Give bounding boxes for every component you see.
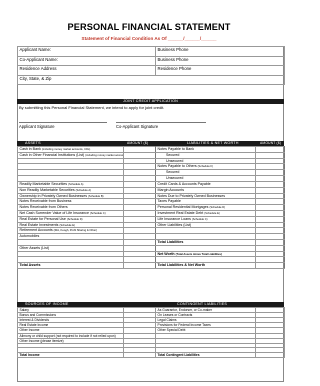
row-sublabel: (Schedule C) [89,211,106,215]
co-business-phone-field[interactable]: Business Phone [155,55,285,66]
row-label: Personal Residential Mortgages [157,205,209,210]
amount-field[interactable] [123,262,156,270]
row-sublabel: (Schedule A) [68,182,84,186]
row-label: Bonus and Commissions [19,313,56,318]
row-label: Retirement Accounts [19,228,53,233]
applicant-name-field[interactable]: Applicant Name: [17,46,156,57]
row-label: Provisions for Federal Income Taxes [157,323,211,328]
amount-field[interactable] [123,352,156,359]
row-label: Salary [19,308,29,312]
row-label: Total Contingent Liabilities [157,353,200,358]
row-label: Unsecured [166,176,184,181]
row-label: Real Estate Income [19,323,49,328]
row-label: Investment Real Estate Debt [157,210,204,215]
row-sublabel: (Schedule D) [209,206,226,210]
left-label-alimony-or-child-support-not-required-to-include-if-not-relied-upon: Alimony or child support (not required t… [17,332,124,339]
co-applicant-name-field[interactable]: Co-Applicant Name: [17,55,156,66]
left-label-total-assets: Total Assets [17,262,124,270]
left-label-cash-in-other-financial-institutions-list: Cash in Other Financial Institutions (Li… [17,151,124,159]
page-title: PERSONAL FINANCIAL STATEMENT [67,22,231,32]
row-sublabel: (Schedule F) [197,165,214,169]
row-sublabel: (Schedule E) [204,211,220,215]
amount-field[interactable] [255,352,285,359]
applicant-signature-line[interactable]: Applicant Signature [19,122,107,129]
row-label: Other Income [19,328,40,333]
row-sublabel: (Schedule C) [191,217,208,221]
row-label: Other Assets (List) [19,245,50,250]
row-sublabel: (Schedule A) [75,188,92,192]
row-label: Total Liabilities [157,240,184,244]
row-label: Readily Marketable Securities [19,181,68,186]
co-applicant-signature-line[interactable]: Co-Applicant Signature [116,122,206,129]
right-label-total-liabilities-net-worth: Total Liabilities & Net Worth [155,262,256,270]
joint-credit-text: By submitting this Personal Financial St… [19,105,165,110]
applicant-info-table: Applicant Name: Business Phone Co-Applic… [17,46,285,85]
row-label: Legal Claims [157,318,177,323]
row-label: Interest & Dividends [19,318,50,323]
amount-field[interactable] [255,262,285,270]
row-label: Cash in Bank [19,147,41,151]
residence-address-field[interactable]: Residence Address [17,65,156,76]
row-label: Other Special Debt [157,328,186,333]
row-label: Other Liabilities (List) [157,222,192,227]
row-label: Secured [166,152,180,157]
row-label: Total Income [19,353,40,358]
row-label: Ownership in Privately Owned Businesses [19,193,88,198]
row-label: Notes Receivable from Others [19,205,68,210]
row-sublabel: (including money market accounts, CDs) [41,148,91,151]
row-label: Non Readily Marketable Securities [19,187,75,192]
row-label: Total Assets [19,263,41,268]
income-table: Salary As Guarantor, Endorser, or Co-make… [17,306,285,359]
residence-phone-field[interactable]: Residence Phone [155,65,285,76]
row-label: Net Cash Surrender Value of Life Insuran… [19,210,89,215]
row-label: Unsecured [166,158,184,163]
table-row: Total Assets Total Liabilities & Net Wort… [17,262,285,270]
row-label: Cash in Other Financial Institutions (Li… [19,152,85,157]
row-label: As Guarantor, Endorser, or Co-maker [157,308,213,312]
row-label: Notes Due to Privately Owned Businesses [157,193,226,198]
statement-date-line[interactable]: Statement of Financial Condition As Of _… [0,36,298,41]
row-label: Credit Cards & Accounts Payable [157,181,211,186]
row-label: Real Estate for Personal Use [19,216,66,221]
row-label: Secured [166,170,180,175]
joint-credit-header: JOINT CREDIT APPLICATION [17,99,284,104]
row-label: Notes Payable to Bank [157,147,195,151]
left-label-total-income: Total Income [17,352,124,359]
row-label: On Leases or Contracts [157,313,193,318]
row-label: Other Income (please itemize) [19,338,64,343]
row-sublabel: (Total Assets minus Total Liabilities) [175,252,222,256]
table-row: Total Income Total Contingent Liabilities [17,352,285,359]
row-label: Real Estate Investments [19,222,59,227]
financial-table: Cash in Bank (including money market acc… [17,146,285,270]
row-label: Notes Receivable from Business [19,199,72,204]
row-label: Automobiles [19,234,40,239]
right-label-total-contingent-liabilities: Total Contingent Liabilities [155,352,256,359]
row-sublabel: (Schedule E) [59,223,75,227]
row-label: Total Liabilities & Net Worth [157,263,206,268]
row-label: Alimony or child support (not required t… [19,333,116,338]
row-label: Net Worth [157,251,175,256]
row-sublabel: (Schedule B) [88,194,104,198]
row-label: Margin Accounts [157,187,185,192]
row-sublabel: (IRA, Keogh, Profit Sharing & Other) [53,229,97,233]
business-phone-field[interactable]: Business Phone [155,46,285,57]
row-sublabel: (including money market accounts, CDs) [85,153,123,157]
city-state-zip-field[interactable]: City, State, & Zip [17,74,285,85]
row-label: Notes Payable to Others [157,164,197,169]
row-sublabel: (Schedule D) [66,217,83,221]
row-label: Life Insurance Loans [157,216,191,221]
row-label: Taxes Payable [157,199,181,204]
